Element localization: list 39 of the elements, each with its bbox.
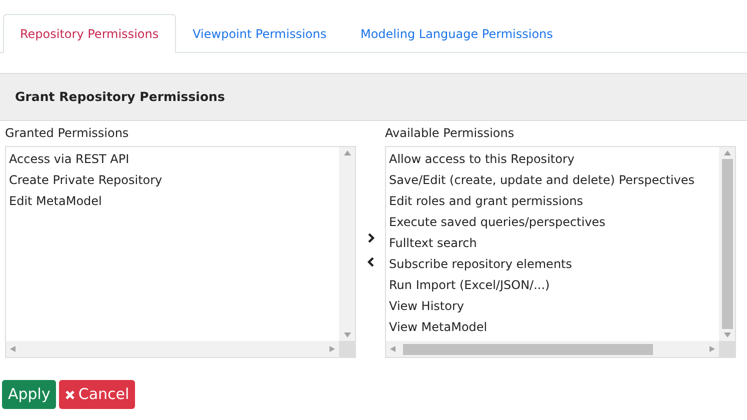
vertical-scrollbar[interactable]	[339, 147, 355, 341]
scroll-left-icon[interactable]	[389, 346, 396, 352]
list-label: Granted Permissions	[5, 125, 129, 142]
scroll-left-icon[interactable]	[9, 346, 16, 352]
list-item[interactable]: Save/Edit (create, update and delete) Perspectives	[388, 170, 694, 191]
chevron-icon	[366, 233, 374, 244]
list-item[interactable]: Subscribe repository elements	[388, 254, 572, 275]
close-icon	[65, 390, 76, 400]
scroll-right-icon[interactable]	[709, 346, 716, 352]
chevron-icon	[366, 257, 374, 268]
scroll-down-icon[interactable]	[344, 332, 350, 338]
list-label: Available Permissions	[385, 125, 514, 142]
tab[interactable]: Repository Permissions	[3, 14, 176, 53]
horizontal-scrollbar[interactable]	[6, 341, 355, 357]
scroll-right-icon[interactable]	[329, 346, 336, 352]
scroll-down-icon[interactable]	[724, 332, 730, 338]
list-box[interactable]	[385, 146, 736, 358]
list-item[interactable]: Access via REST API	[8, 149, 130, 170]
list-item[interactable]: Execute saved queries/perspectives	[388, 212, 606, 233]
list-item[interactable]: Allow access to this Repository	[388, 149, 574, 170]
vertical-scrollbar[interactable]	[719, 147, 735, 341]
tab[interactable]: Viewpoint Permissions	[176, 14, 344, 53]
scroll-up-icon[interactable]	[344, 150, 350, 156]
scroll-up-icon[interactable]	[724, 150, 730, 156]
list-item[interactable]: Edit roles and grant permissions	[388, 191, 584, 212]
list-item[interactable]: Run Import (Excel/JSON/...)	[388, 275, 550, 296]
list-item[interactable]: Fulltext search	[388, 233, 477, 254]
list-box[interactable]: Access via REST API Create Private Repository Edit MetaModel	[5, 146, 356, 358]
list-item[interactable]: Edit MetaModel	[8, 191, 102, 212]
scrollbar-corner	[339, 341, 355, 357]
horizontal-scrollbar[interactable]	[386, 341, 735, 357]
scrollbar-corner	[719, 341, 735, 357]
panel-title: Grant Repository Permissions	[0, 73, 747, 121]
tab[interactable]: Modeling Language Permissions	[343, 14, 570, 53]
cancel-button[interactable]: Cancel	[59, 380, 136, 408]
list-item[interactable]: View MetaModel	[388, 317, 488, 338]
list-item[interactable]: View History	[388, 296, 464, 317]
list-item[interactable]: Create Private Repository	[8, 170, 162, 191]
apply-button[interactable]: Apply	[2, 380, 56, 408]
